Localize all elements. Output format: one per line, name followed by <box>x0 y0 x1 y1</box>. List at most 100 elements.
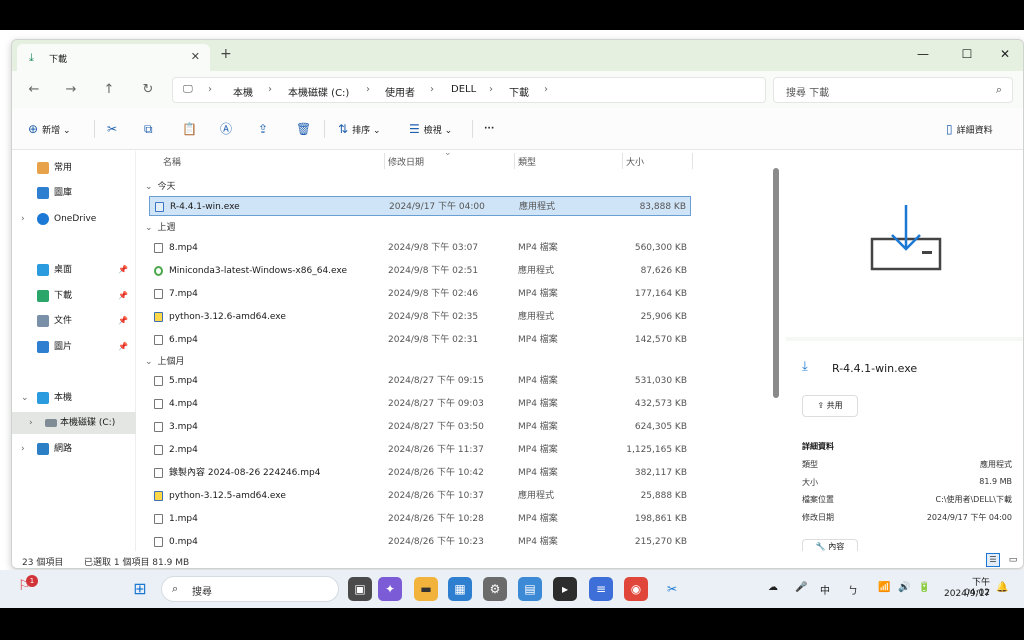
breadcrumb-dell[interactable]: DELL <box>451 84 476 95</box>
tiles-view-button[interactable]: ▭ <box>1006 553 1020 567</box>
nav-thispc[interactable]: ⌄ 本機 <box>12 387 136 409</box>
details-view-button[interactable]: ☰ <box>986 553 1000 567</box>
file-date: 2024/9/8 下午 03:07 <box>388 243 479 253</box>
microphone-icon[interactable]: 🎤 <box>795 582 807 593</box>
pin-icon[interactable]: 📌 <box>118 285 128 307</box>
volume-icon[interactable]: 🔊 <box>898 582 910 593</box>
nav-onedrive[interactable]: › OneDrive <box>12 208 136 230</box>
breadcrumb-cdrive[interactable]: 本機磁碟 (C:) <box>288 84 349 99</box>
settings-icon[interactable]: ⚙ <box>483 577 507 601</box>
column-header-type[interactable]: 類型 <box>518 155 536 168</box>
pin-icon[interactable]: 📌 <box>118 259 128 281</box>
notification-center-icon[interactable]: 🔔 <box>996 582 1008 593</box>
breadcrumb-users[interactable]: 使用者 <box>385 84 415 99</box>
chrome-icon[interactable]: ◉ <box>624 577 648 601</box>
group-header-today[interactable]: ⌄ 今天 <box>145 179 176 192</box>
nav-gallery[interactable]: 圖庫 <box>12 182 136 204</box>
share-icon[interactable]: ⇪ <box>258 120 268 138</box>
chevron-right-icon[interactable]: › <box>21 438 25 460</box>
taskbar-search[interactable]: ⌕ 搜尋 <box>161 576 339 602</box>
photos-icon[interactable]: ▤ <box>518 577 542 601</box>
new-button[interactable]: ⊕ 新增 ⌄ <box>28 120 70 138</box>
chevron-right-icon[interactable]: › <box>21 208 25 230</box>
file-row[interactable]: 4.mp4 2024/8/27 下午 09:03 MP4 檔案 432,573 KB <box>149 394 691 414</box>
terminal-icon[interactable]: ▸ <box>553 577 577 601</box>
column-header-modified[interactable]: 修改日期 <box>388 155 424 168</box>
column-divider[interactable] <box>692 153 693 169</box>
nav-cdrive[interactable]: › 本機磁碟 (C:) <box>12 412 136 434</box>
detail-value[interactable]: C:\使用者\DELL\下載 <box>936 494 1013 505</box>
nav-documents[interactable]: 文件 📌 <box>12 310 136 332</box>
group-header-last-week[interactable]: ⌄ 上週 <box>145 220 176 233</box>
download-large-icon <box>870 205 942 271</box>
file-row[interactable]: Miniconda3-latest-Windows-x86_64.exe 2024… <box>149 261 691 281</box>
nav-pictures[interactable]: 圖片 📌 <box>12 336 136 358</box>
cut-icon[interactable]: ✂ <box>107 120 117 138</box>
vertical-scrollbar[interactable] <box>773 168 779 398</box>
column-divider[interactable] <box>514 153 515 169</box>
refresh-button[interactable]: ↻ <box>138 80 158 100</box>
file-row[interactable]: 3.mp4 2024/8/27 下午 03:50 MP4 檔案 624,305 KB <box>149 417 691 437</box>
column-header-name[interactable]: 名稱 <box>163 155 181 168</box>
cloud-tray-icon[interactable]: ☁ <box>768 582 778 593</box>
details-pane-button[interactable]: ▯ 詳細資料 <box>946 120 993 138</box>
store-icon[interactable]: ▦ <box>448 577 472 601</box>
video-file-icon <box>154 537 163 547</box>
file-row[interactable]: 錄製內容 2024-08-26 224246.mp4 2024/8/26 下午 1… <box>149 463 691 483</box>
back-button[interactable]: ← <box>24 80 44 100</box>
breadcrumb-downloads[interactable]: 下載 <box>509 84 529 99</box>
view-button[interactable]: ☰ 檢視 ⌄ <box>409 120 452 138</box>
copy-icon[interactable]: ⧉ <box>144 120 153 138</box>
clock-date[interactable]: 2024/9/17 <box>944 589 990 599</box>
file-row[interactable]: R-4.4.1-win.exe 2024/9/17 下午 04:00 應用程式 83,… <box>149 196 691 216</box>
input-mode-icon[interactable]: ㄅ <box>848 582 858 597</box>
start-icon[interactable]: ⊞ <box>128 577 152 601</box>
maximize-button[interactable]: ☐ <box>952 44 982 64</box>
close-window-button[interactable]: ✕ <box>990 44 1020 64</box>
copilot-icon[interactable]: ✦ <box>378 577 402 601</box>
pin-icon[interactable]: 📌 <box>118 336 128 358</box>
breadcrumb-thispc[interactable]: 本機 <box>233 84 253 99</box>
more-options-button[interactable]: ··· <box>484 120 494 138</box>
nav-home[interactable]: 常用 <box>12 157 136 179</box>
column-divider[interactable] <box>384 153 385 169</box>
group-header-last-month[interactable]: ⌄ 上個月 <box>145 354 185 367</box>
delete-icon[interactable]: 🗑 <box>296 120 311 138</box>
file-row[interactable]: python-3.12.6-amd64.exe 2024/9/8 下午 02:35… <box>149 307 691 327</box>
nav-network[interactable]: › 網路 <box>12 438 136 460</box>
rename-icon[interactable]: Ⓐ <box>220 120 232 138</box>
chevron-down-icon[interactable]: ⌄ <box>21 387 29 409</box>
nav-downloads[interactable]: 下載 📌 <box>12 285 136 307</box>
new-tab-button[interactable]: + <box>220 46 232 62</box>
file-row[interactable]: 7.mp4 2024/9/8 下午 02:46 MP4 檔案 177,164 KB <box>149 284 691 304</box>
file-row[interactable]: 8.mp4 2024/9/8 下午 03:07 MP4 檔案 560,300 KB <box>149 238 691 258</box>
file-row[interactable]: 1.mp4 2024/8/26 下午 10:28 MP4 檔案 198,861 KB <box>149 509 691 529</box>
task-view-icon[interactable]: ▣ <box>348 577 372 601</box>
pin-icon[interactable]: 📌 <box>118 310 128 332</box>
forward-button[interactable]: → <box>61 80 81 100</box>
share-button[interactable]: ⇪ 共用 <box>802 395 858 417</box>
sort-button[interactable]: ⇅ 排序 ⌄ <box>338 120 380 138</box>
minimize-button[interactable]: — <box>908 44 938 64</box>
snipping-tool-icon[interactable]: ✂ <box>660 577 684 601</box>
file-row[interactable]: 2.mp4 2024/8/26 下午 11:37 MP4 檔案 1,125,165 K… <box>149 440 691 460</box>
wifi-icon[interactable]: 📶 <box>878 582 890 593</box>
chevron-right-icon[interactable]: › <box>29 412 33 434</box>
address-bar[interactable]: 🖵 › 本機 › 本機磁碟 (C:) › 使用者 › DELL › 下載 › <box>172 77 766 103</box>
battery-icon[interactable]: 🔋 <box>918 582 930 593</box>
file-explorer-icon[interactable]: ▬ <box>414 577 438 601</box>
file-row[interactable]: python-3.12.5-amd64.exe 2024/8/26 下午 10:3… <box>149 486 691 506</box>
search-input[interactable]: 搜尋 下載 ⌕ <box>773 77 1013 103</box>
ime-indicator[interactable]: 中 <box>820 582 830 597</box>
close-tab-icon[interactable]: ✕ <box>191 50 200 63</box>
nav-desktop[interactable]: 桌面 📌 <box>12 259 136 281</box>
tab-downloads[interactable]: ⤓ 下載 ✕ <box>17 44 210 71</box>
file-row[interactable]: 0.mp4 2024/8/26 下午 10:23 MP4 檔案 215,270 KB <box>149 532 691 552</box>
column-header-size[interactable]: 大小 <box>626 155 644 168</box>
paste-icon[interactable]: 📋 <box>182 120 197 138</box>
file-row[interactable]: 6.mp4 2024/9/8 下午 02:31 MP4 檔案 142,570 KB <box>149 330 691 350</box>
up-button[interactable]: ↑ <box>99 80 119 100</box>
notepad-icon[interactable]: ≡ <box>589 577 613 601</box>
file-row[interactable]: 5.mp4 2024/8/27 下午 09:15 MP4 檔案 531,030 KB <box>149 371 691 391</box>
column-divider[interactable] <box>622 153 623 169</box>
